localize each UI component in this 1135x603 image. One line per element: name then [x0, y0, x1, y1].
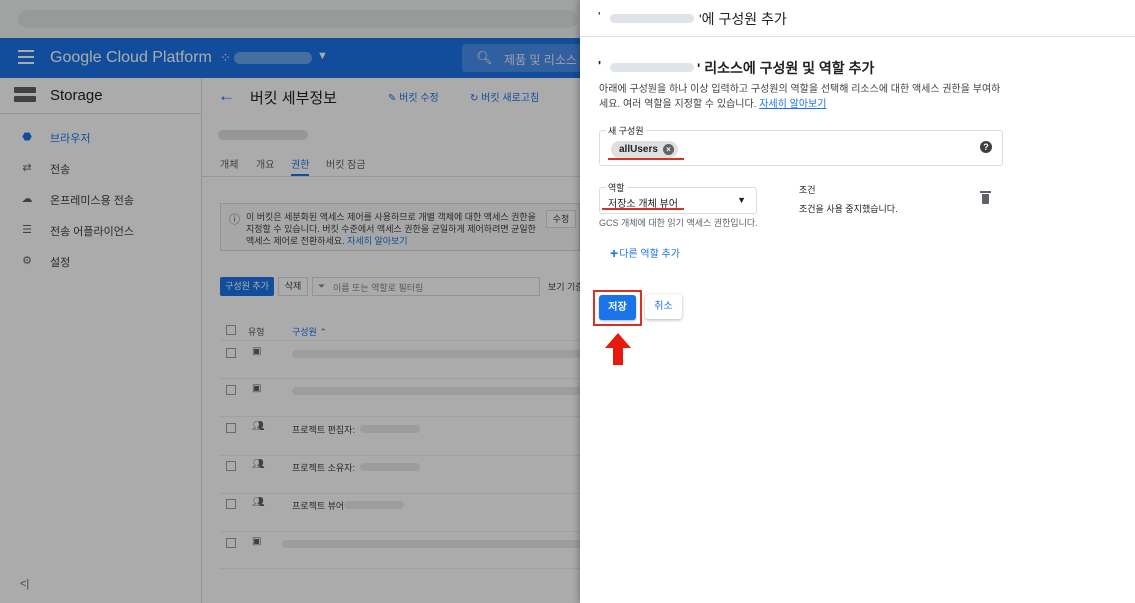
panel-header: ' '에 구성원 추가 — [580, 0, 1135, 37]
help-icon[interactable]: ? — [980, 141, 992, 153]
condition-title: 조건 — [799, 185, 816, 195]
plus-icon: + — [610, 245, 619, 261]
panel-heading: ' 리소스에 구성원 및 역할 추가 — [697, 60, 875, 76]
save-button[interactable]: 저장 — [599, 295, 636, 320]
modal-backdrop[interactable] — [0, 0, 580, 603]
member-chip[interactable]: allUsers × — [611, 141, 678, 158]
member-chip-label: allUsers — [619, 144, 658, 155]
new-members-field[interactable]: 새 구성원 allUsers × ? — [599, 124, 1003, 166]
bucket-name-blurred — [610, 14, 694, 23]
quote-mark: ' — [598, 9, 601, 24]
cancel-button[interactable]: 취소 — [645, 294, 682, 319]
red-arrow-up-icon — [605, 333, 631, 365]
panel-description: 아래에 구성원을 하나 이상 입력하고 구성원의 역할을 선택해 리소스에 대한… — [599, 82, 1009, 112]
highlight-underline — [608, 158, 684, 160]
bucket-name-blurred — [610, 63, 694, 72]
panel-title: '에 구성원 추가 — [699, 11, 787, 27]
learn-more-link[interactable]: 자세히 알아보기 — [759, 99, 826, 110]
role-description: GCS 개체에 대한 읽기 액세스 권한입니다. — [599, 218, 758, 228]
role-label: 역할 — [606, 181, 627, 194]
highlight-underline — [602, 208, 684, 210]
new-members-label: 새 구성원 — [606, 124, 646, 137]
add-another-role-button[interactable]: +다른 역할 추가 — [610, 245, 680, 261]
add-role-label: 다른 역할 추가 — [619, 249, 680, 260]
trash-icon[interactable] — [980, 191, 991, 204]
dropdown-arrow-icon: ▼ — [737, 195, 746, 205]
remove-chip-icon[interactable]: × — [662, 144, 674, 155]
condition-status: 조건을 사용 중지했습니다. — [799, 204, 898, 214]
quote-mark: ' — [598, 58, 602, 73]
